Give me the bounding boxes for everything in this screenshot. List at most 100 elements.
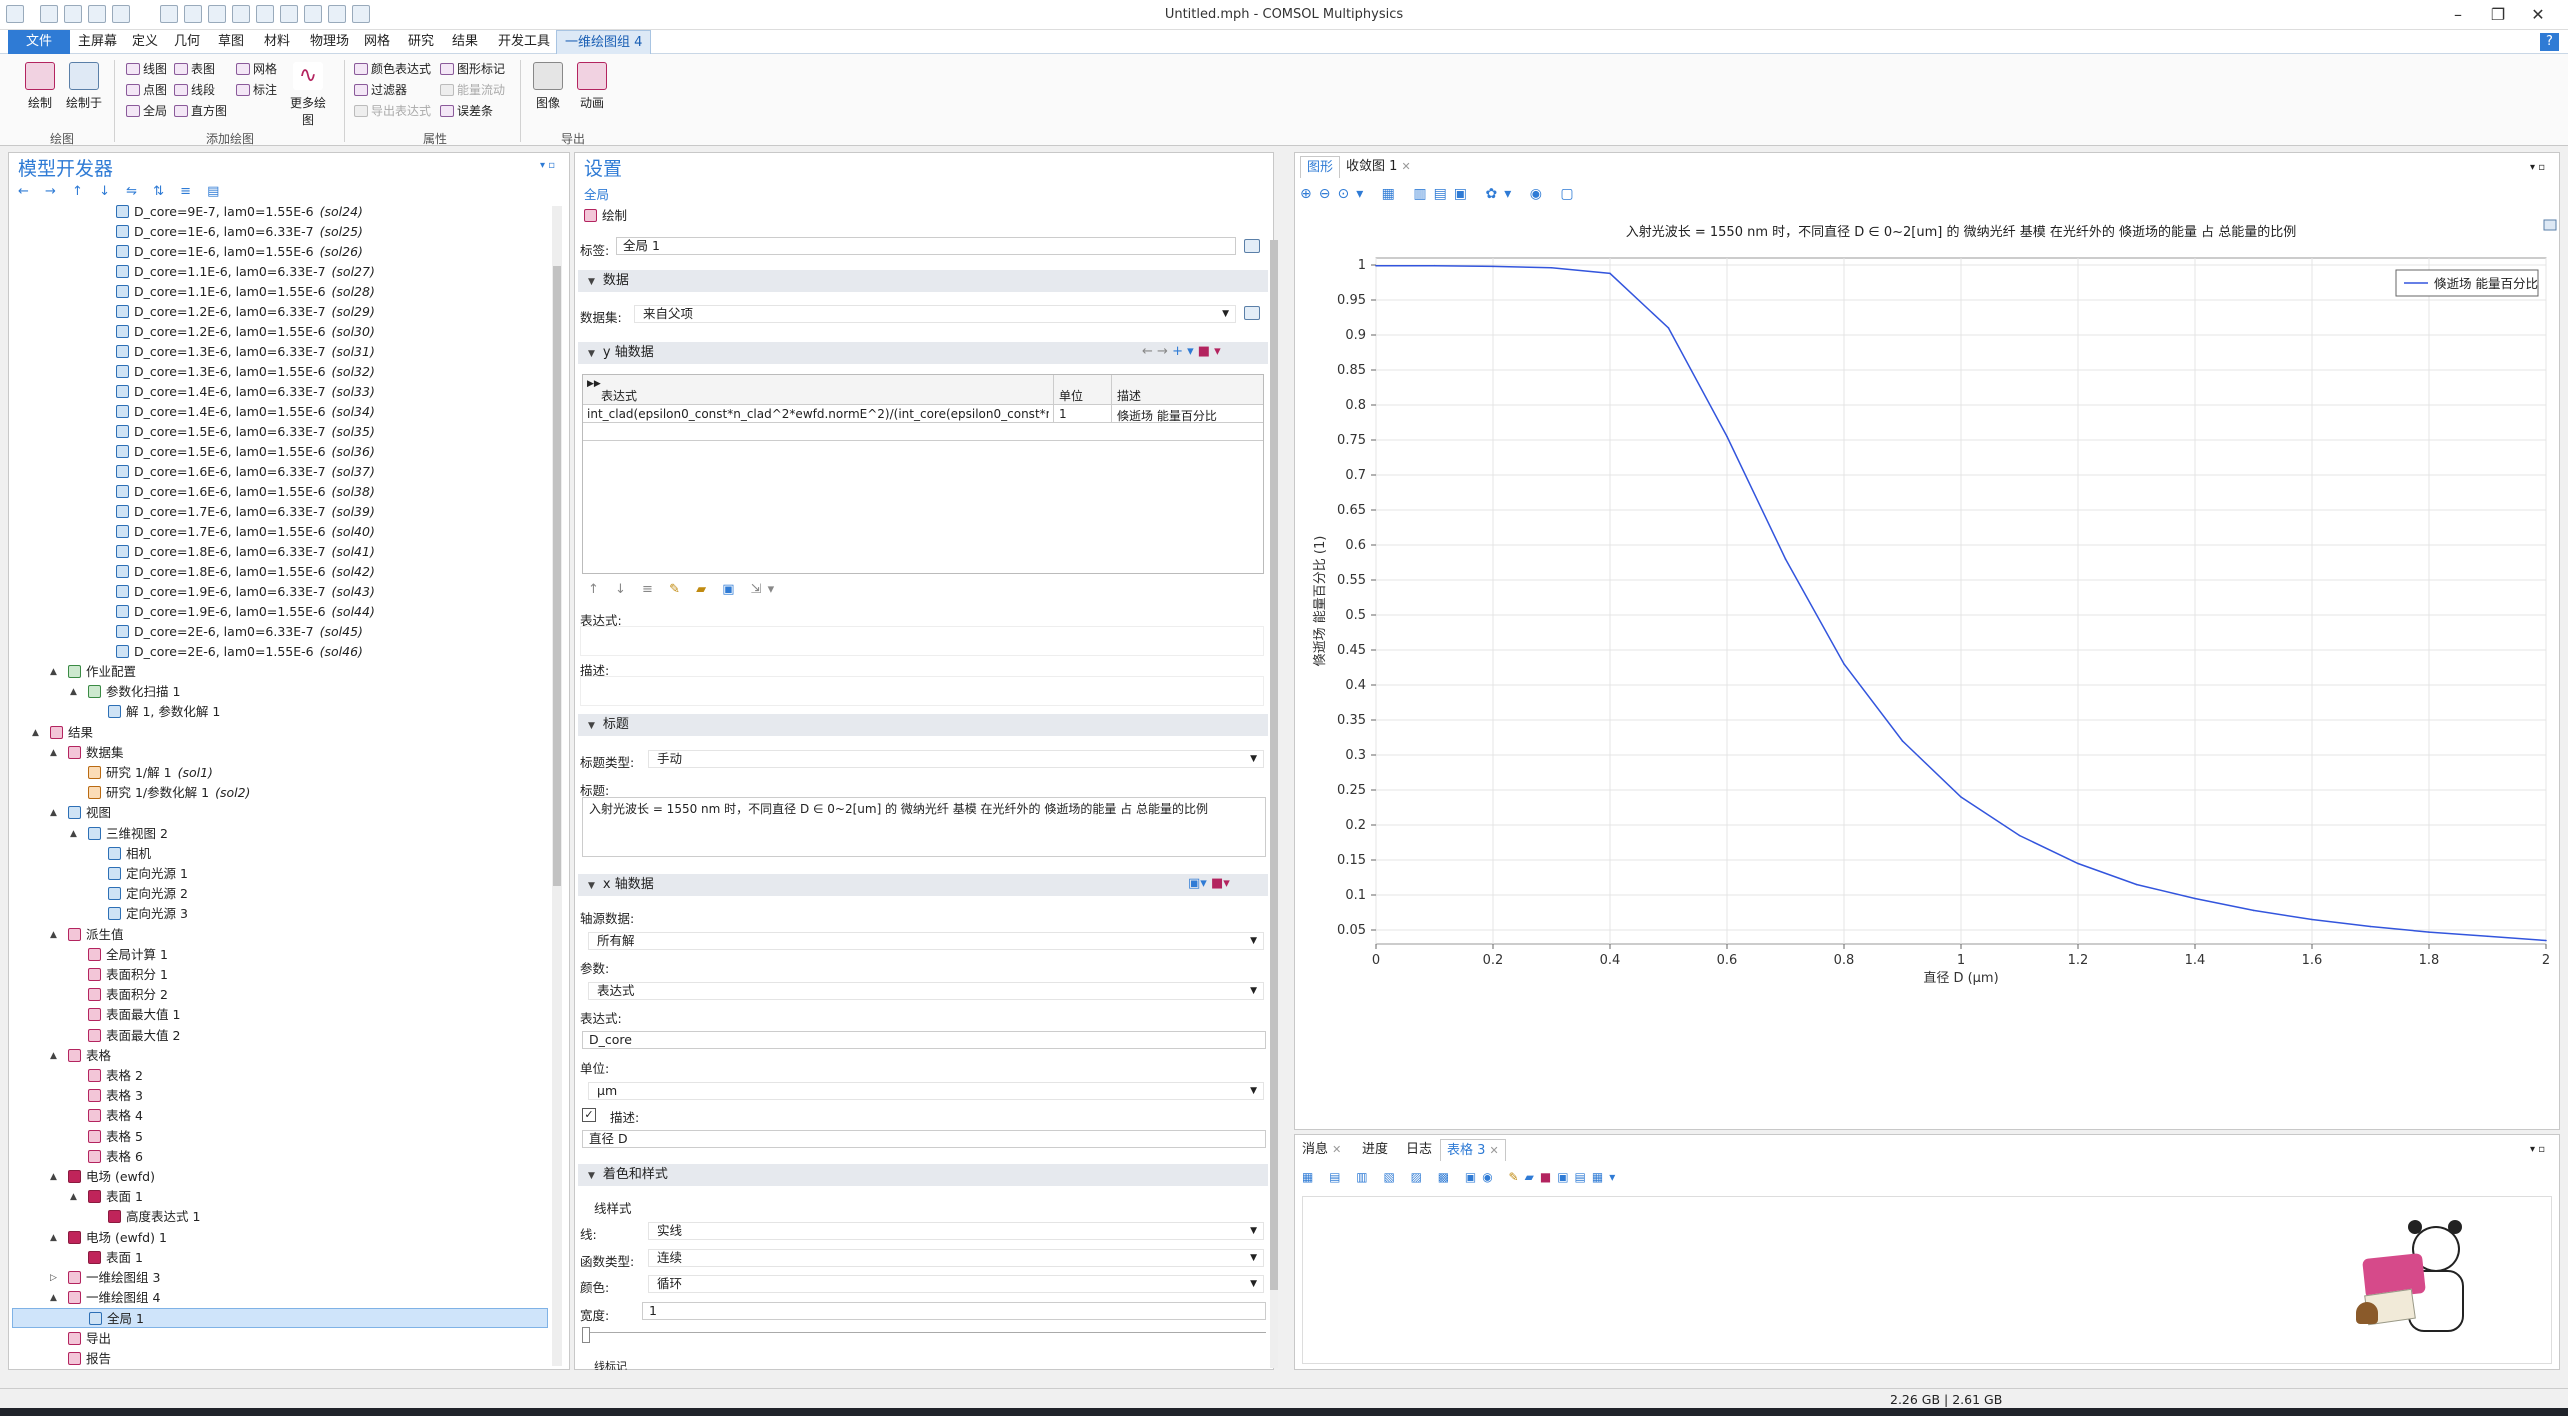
tree-item[interactable]: 解 1, 参数化解 1 xyxy=(108,702,220,722)
dataset-select[interactable]: 来自父项 ▼ xyxy=(634,305,1236,323)
width-input[interactable]: 1 xyxy=(642,1302,1266,1320)
title-type-select[interactable]: 手动 ▼ xyxy=(648,750,1264,768)
menu-plot-group-4[interactable]: 一维绘图组 4 xyxy=(556,30,652,54)
tree-item[interactable]: 导出 xyxy=(68,1329,111,1349)
collapse-icon[interactable]: ▲ xyxy=(50,748,57,758)
menu-physics[interactable]: 物理场 xyxy=(302,30,357,54)
cell-expression[interactable]: int_clad(epsilon0_const*n_clad^2*ewfd.no… xyxy=(587,407,1049,421)
tab-messages[interactable]: 消息 ✕ xyxy=(1296,1139,1347,1161)
color-select[interactable]: 循环 ▼ xyxy=(648,1275,1264,1293)
menu-file[interactable]: 文件 xyxy=(8,30,70,54)
section-coloring-style[interactable]: ▼ 着色和样式 xyxy=(578,1164,1268,1186)
tree-item-solution[interactable]: D_core=1.2E-6, lam0=1.55E-6 (sol30) xyxy=(116,322,375,342)
tree-scrollbar[interactable] xyxy=(552,206,562,1366)
graph-marker-button[interactable]: 图形标记 xyxy=(440,60,505,78)
tree-item[interactable]: 定向光源 2 xyxy=(108,884,188,904)
tree-item[interactable]: 数据集 xyxy=(68,743,124,763)
tree-item[interactable]: 定向光源 3 xyxy=(108,904,188,924)
menu-mesh[interactable]: 网格 xyxy=(356,30,398,54)
tree-item[interactable]: 电场 (ewfd) xyxy=(68,1167,155,1187)
collapse-icon[interactable]: ▲ xyxy=(50,930,57,940)
collapse-icon[interactable]: ▲ xyxy=(50,1233,57,1243)
export-expr-button[interactable]: 导出表达式 xyxy=(354,102,431,120)
table-row[interactable]: int_clad(epsilon0_const*n_clad^2*ewfd.no… xyxy=(583,405,1263,423)
expression-field[interactable] xyxy=(580,626,1264,656)
collapse-icon[interactable]: ▲ xyxy=(70,1192,77,1202)
settings-scrollbar-thumb[interactable] xyxy=(1270,240,1278,1290)
tree-item[interactable]: 三维视图 2 xyxy=(88,824,168,844)
annotation-button[interactable]: 标注 xyxy=(236,81,277,99)
tab-log[interactable]: 日志 xyxy=(1400,1139,1438,1161)
tree-item[interactable]: 表格 6 xyxy=(88,1147,143,1167)
tree-item[interactable]: 一维绘图组 3 xyxy=(68,1268,160,1288)
tree-item-solution[interactable]: D_core=1.9E-6, lam0=1.55E-6 (sol44) xyxy=(116,602,375,622)
menu-geometry[interactable]: 几何 xyxy=(166,30,208,54)
collapse-icon[interactable]: ▲ xyxy=(32,728,39,738)
graphics-toolbar[interactable]: ⊕⊖⊙▾ ▦ ▥▤▣ ✿▾ ◉ ▢ xyxy=(1300,186,1581,202)
animation-button[interactable]: 动画 xyxy=(570,62,614,111)
close-button[interactable]: ✕ xyxy=(2518,3,2558,27)
tab-progress[interactable]: 进度 xyxy=(1356,1139,1394,1161)
y-axis-toolbar[interactable]: ← → + ▾ ■ ▾ xyxy=(1142,344,1221,359)
tree-item[interactable]: 表格 3 xyxy=(88,1086,143,1106)
menu-definitions[interactable]: 定义 xyxy=(124,30,166,54)
tree-item-solution[interactable]: D_core=1.9E-6, lam0=6.33E-7 (sol43) xyxy=(116,582,375,602)
tree-item[interactable]: 相机 xyxy=(108,844,151,864)
collapse-icon[interactable]: ▲ xyxy=(70,829,77,839)
line-select[interactable]: 实线 ▼ xyxy=(648,1222,1264,1240)
tree-item[interactable]: 表面积分 1 xyxy=(88,965,168,985)
graphics-pane-menu-icon[interactable]: ▾ ▫ xyxy=(2530,162,2545,173)
tree-item-solution[interactable]: D_core=1.7E-6, lam0=6.33E-7 (sol39) xyxy=(116,502,375,522)
collapse-icon[interactable]: ▲ xyxy=(70,687,77,697)
line-segments-button[interactable]: 线段 xyxy=(174,81,215,99)
description-field[interactable] xyxy=(580,676,1264,706)
tree-item-solution[interactable]: D_core=1.7E-6, lam0=1.55E-6 (sol40) xyxy=(116,522,375,542)
tree-item-solution[interactable]: D_core=1.5E-6, lam0=1.55E-6 (sol36) xyxy=(116,442,375,462)
line-graph-button[interactable]: 线图 xyxy=(126,60,167,78)
restore-button[interactable]: ❐ xyxy=(2478,3,2518,27)
section-data[interactable]: ▼ 数据 xyxy=(578,270,1268,292)
tree-scrollbar-thumb[interactable] xyxy=(553,266,561,886)
tab-graphics[interactable]: 图形 xyxy=(1300,156,1341,178)
tree-item[interactable]: 高度表达式 1 xyxy=(108,1207,200,1227)
table-row-empty[interactable] xyxy=(583,423,1263,441)
tree-item[interactable]: 全局 1 xyxy=(12,1308,548,1329)
tree-item-solution[interactable]: D_core=1.2E-6, lam0=6.33E-7 (sol29) xyxy=(116,302,375,322)
tree-item[interactable]: 表面 1 xyxy=(88,1248,143,1268)
x-axis-toolbar[interactable]: ▣▾ ■▾ xyxy=(1188,876,1230,891)
pane-menu-icon[interactable]: ▾ ▫ xyxy=(540,160,555,171)
error-bar-button[interactable]: 误差条 xyxy=(440,102,493,120)
tree-item-solution[interactable]: D_core=1.4E-6, lam0=1.55E-6 (sol34) xyxy=(116,402,375,422)
surface-button[interactable]: 表图 xyxy=(174,60,215,78)
expand-icon[interactable]: ▷ xyxy=(50,1273,57,1283)
menu-developer[interactable]: 开发工具 xyxy=(490,30,558,54)
image-button[interactable]: 图像 xyxy=(526,62,570,111)
tree-item[interactable]: 全局计算 1 xyxy=(88,945,168,965)
tree-item-solution[interactable]: D_core=1E-6, lam0=1.55E-6 (sol26) xyxy=(116,242,363,262)
tree-item-solution[interactable]: D_core=1.1E-6, lam0=6.33E-7 (sol27) xyxy=(116,262,375,282)
section-title[interactable]: ▼ 标题 xyxy=(578,714,1268,736)
menu-materials[interactable]: 材料 xyxy=(256,30,298,54)
tree-item[interactable]: 派生值 xyxy=(68,925,124,945)
dataset-go-icon[interactable] xyxy=(1244,306,1260,320)
tree-item[interactable]: 表格 4 xyxy=(88,1106,143,1126)
line-chart[interactable]: 入射光波长 = 1550 nm 时，不同直径 D ∈ 0~2[um] 的 微纳光… xyxy=(1296,210,2558,1128)
x-expression-input[interactable]: D_core xyxy=(582,1031,1266,1049)
table-toolbar[interactable]: ▦ ▤ ▥ ▧ ▨ ▩ ▣◉ ✎▰■▣▤▦▾ xyxy=(1302,1170,1621,1184)
menu-sketch[interactable]: 草图 xyxy=(210,30,252,54)
tree-item-solution[interactable]: D_core=1.8E-6, lam0=6.33E-7 (sol41) xyxy=(116,542,375,562)
more-plots-button[interactable]: ∿ 更多绘图 xyxy=(286,62,330,128)
tree-item[interactable]: 表面最大值 2 xyxy=(88,1026,180,1046)
close-icon[interactable]: ✕ xyxy=(1490,1144,1499,1157)
tab-table-3[interactable]: 表格 3 ✕ xyxy=(1440,1139,1506,1161)
tree-item[interactable]: 表格 xyxy=(68,1046,111,1066)
tree-item[interactable]: 表格 5 xyxy=(88,1127,143,1147)
section-x-axis[interactable]: ▼ x 轴数据 xyxy=(578,874,1268,896)
tree-toolbar[interactable]: ← → ↑ ↓ ⇋ ⇅ ≡ ▤ xyxy=(18,184,225,199)
tree-item[interactable]: 结果 xyxy=(50,723,93,743)
color-expr-button[interactable]: 颜色表达式 xyxy=(354,60,431,78)
collapse-icon[interactable]: ▲ xyxy=(50,1051,57,1061)
filter-button[interactable]: 过滤器 xyxy=(354,81,407,99)
label-input[interactable]: 全局 1 xyxy=(616,237,1236,255)
menu-home[interactable]: 主屏幕 xyxy=(70,30,125,54)
